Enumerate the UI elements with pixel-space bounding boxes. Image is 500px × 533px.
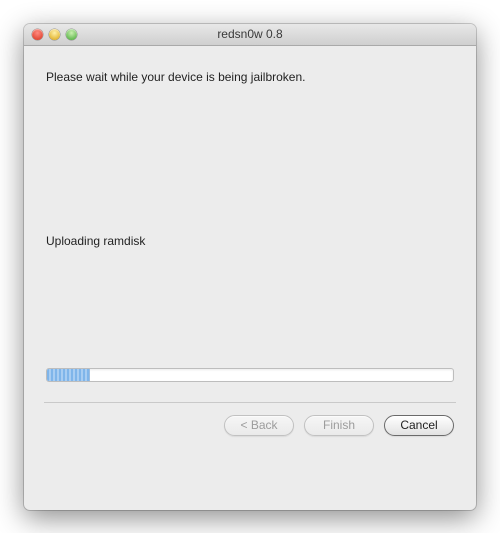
cancel-button[interactable]: Cancel [384, 415, 454, 436]
divider [44, 402, 456, 403]
window-controls [24, 29, 77, 40]
back-button: < Back [224, 415, 294, 436]
progress-fill [47, 369, 90, 381]
button-row: < Back Finish Cancel [46, 415, 454, 436]
app-window: redsn0w 0.8 Please wait while your devic… [24, 24, 476, 510]
titlebar[interactable]: redsn0w 0.8 [24, 24, 476, 46]
window-title: redsn0w 0.8 [24, 27, 476, 41]
status-message: Uploading ramdisk [46, 234, 454, 248]
close-icon[interactable] [32, 29, 43, 40]
content-area: Please wait while your device is being j… [24, 46, 476, 510]
zoom-icon[interactable] [66, 29, 77, 40]
minimize-icon[interactable] [49, 29, 60, 40]
progress-bar [46, 368, 454, 382]
finish-button: Finish [304, 415, 374, 436]
main-message: Please wait while your device is being j… [46, 70, 454, 84]
